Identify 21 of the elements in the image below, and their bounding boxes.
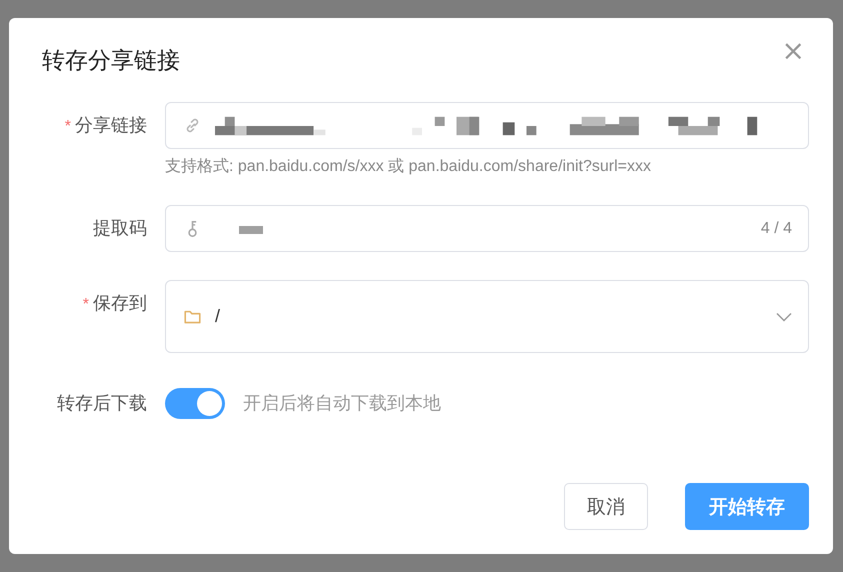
hint-text: 支持格式: pan.baidu.com/s/xxx 或 pan.baidu.com/share/init?surl=xxx [165,157,652,177]
link-icon [184,117,201,134]
chevron-down-icon [776,312,792,322]
input-field[interactable]: 4 / 4 [165,205,809,252]
required-mark: * [64,118,71,135]
required-mark: * [82,296,89,313]
field-label: 转存后下载 [57,393,147,413]
field-label: 保存到 [93,293,147,313]
field-label: 分享链接 [75,115,147,135]
toggle-switch[interactable] [165,388,225,418]
field-label: 提取码 [93,218,147,238]
redacted-value [239,224,263,234]
input-field[interactable] [165,102,809,149]
cancel-button[interactable]: 取消 [564,483,648,530]
folder-select[interactable]: / [165,280,809,353]
switch-description: 开启后将自动下载到本地 [243,392,441,415]
folder-icon [184,308,201,325]
dialog-title: 转存分享链接 [42,46,180,75]
character-counter: 4 / 4 [760,220,792,238]
close-button[interactable]: × [778,40,809,62]
start-transfer-button[interactable]: 开始转存 [685,483,809,530]
